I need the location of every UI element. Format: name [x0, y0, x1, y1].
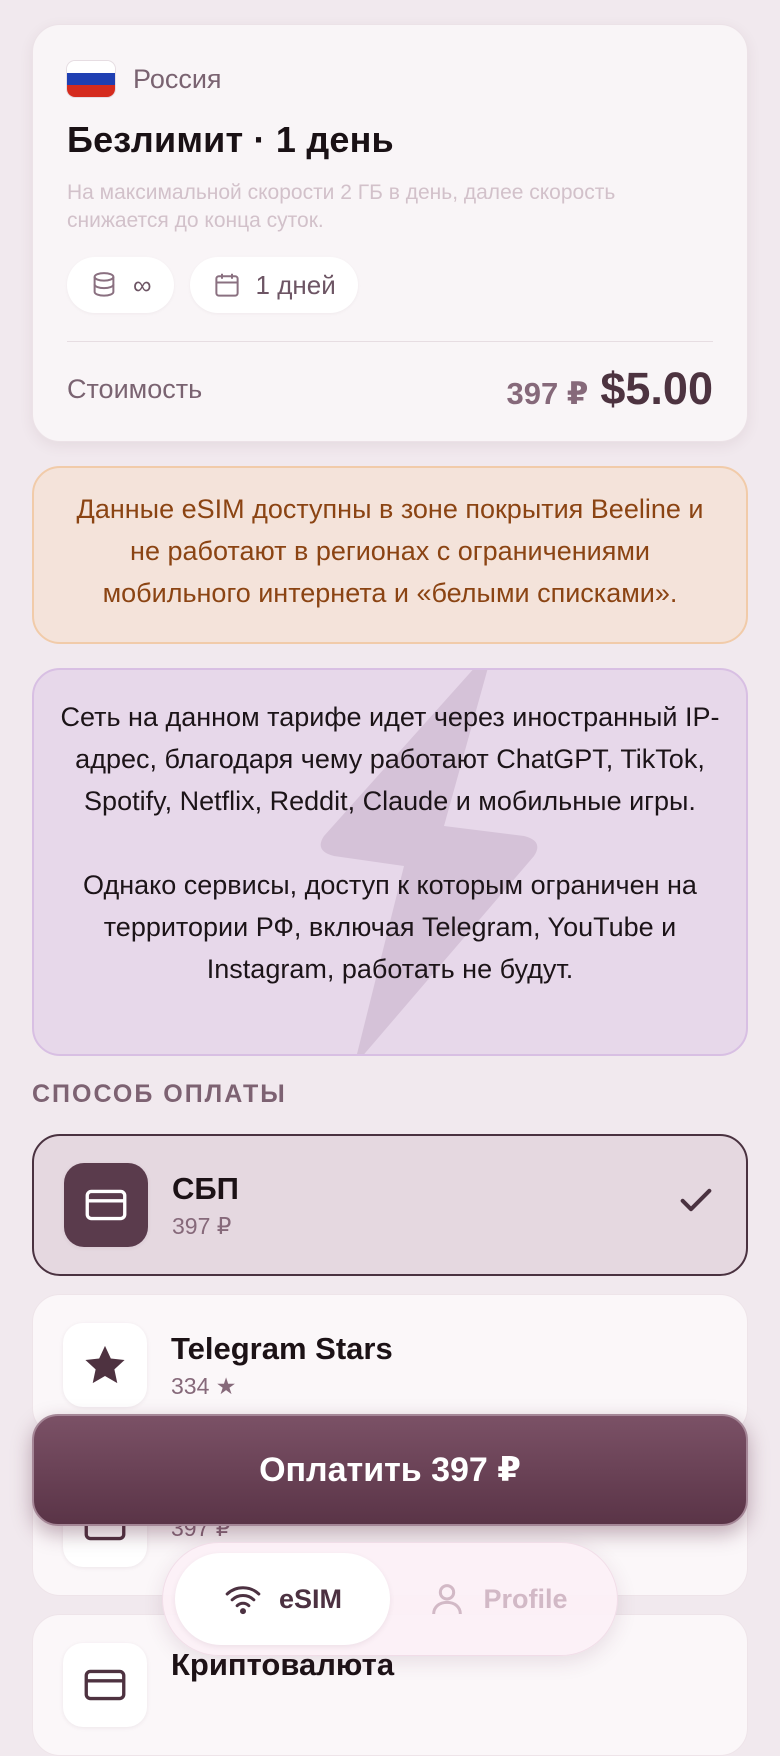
russia-flag-icon: [67, 61, 115, 97]
payment-method-name: СБП: [172, 1170, 239, 1206]
network-notice: Сеть на данном тарифе идет через иностра…: [32, 668, 748, 1056]
price-row: Стоимость 397 ₽ $5.00: [67, 342, 713, 436]
plan-title: Безлимит · 1 день: [67, 119, 394, 160]
payment-section-title: СПОСОБ ОПЛАТЫ: [32, 1080, 287, 1108]
coverage-notice: Данные eSIM доступны в зоне покрытия Bee…: [32, 466, 748, 644]
checkmark-icon: [680, 1188, 712, 1212]
nav-tab-profile-label: Profile: [483, 1583, 568, 1614]
payment-method-name: Telegram Stars: [171, 1330, 393, 1366]
star-icon: [63, 1323, 147, 1407]
prices: 397 ₽ $5.00: [506, 363, 713, 415]
nav-tab-esim[interactable]: eSIM: [175, 1553, 390, 1645]
payment-method-price: 397 ₽: [172, 1212, 232, 1239]
price-label: Стоимость: [67, 373, 203, 404]
duration-value: 1 дней: [255, 269, 336, 300]
database-icon: [93, 272, 115, 297]
nav-tab-profile[interactable]: Profile: [390, 1553, 605, 1645]
user-icon: [432, 1584, 463, 1615]
nav-tab-esim-label: eSIM: [278, 1583, 343, 1614]
card-icon: [64, 1163, 148, 1247]
payment-method-text: СБП 397 ₽: [172, 1171, 239, 1240]
pay-button[interactable]: Оплатить 397 ₽: [32, 1414, 748, 1526]
wifi-icon: [225, 1586, 261, 1615]
data-volume-chip: ∞: [67, 257, 174, 313]
payment-method-price: 334 ★: [171, 1372, 237, 1399]
plan-description: На максимальной скорости 2 ГБ в день, да…: [67, 181, 616, 232]
duration-chip: 1 дней: [189, 257, 358, 313]
data-volume-value: ∞: [133, 269, 152, 300]
card-icon: [63, 1643, 147, 1727]
calendar-icon: [214, 273, 239, 297]
network-notice-paragraph-2: Однако сервисы, доступ к которым огранич…: [83, 870, 697, 984]
price-usd: $5.00: [600, 363, 713, 414]
plan-card: Россия Безлимит · 1 день На максимальной…: [32, 24, 748, 442]
country-name: Россия: [133, 63, 222, 94]
network-notice-paragraph-1: Сеть на данном тарифе идет через иностра…: [60, 702, 720, 816]
country-row: Россия: [67, 59, 713, 99]
bottom-nav: eSIM Profile: [162, 1542, 618, 1656]
payment-method-text: Telegram Stars 334 ★: [171, 1331, 393, 1400]
price-rub: 397 ₽: [506, 376, 589, 411]
payment-method-sbp[interactable]: СБП 397 ₽: [32, 1134, 748, 1276]
plan-chips: ∞ 1 дней: [67, 257, 713, 313]
